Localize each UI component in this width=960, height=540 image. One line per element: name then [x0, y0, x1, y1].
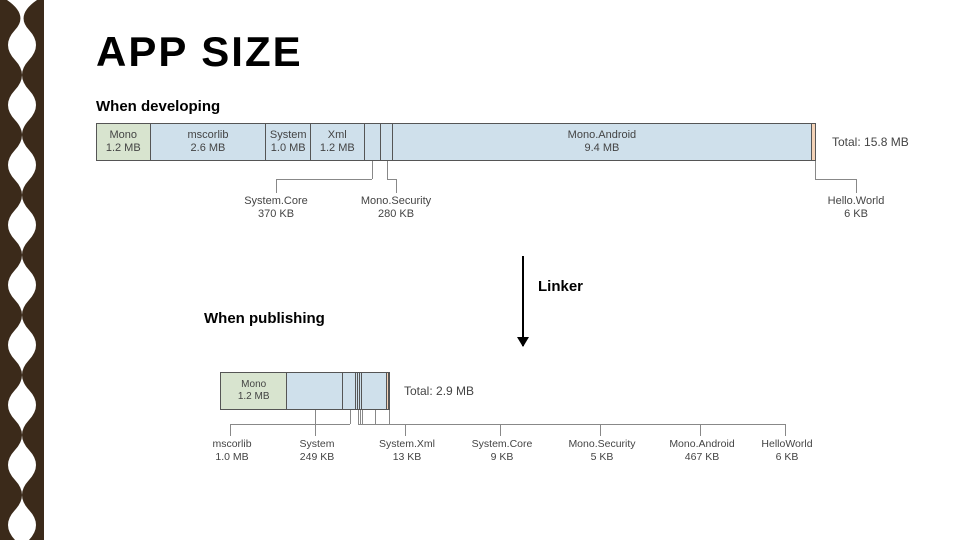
sidebar-wave	[7, 0, 37, 540]
slide-sidebar	[0, 0, 44, 540]
callout-hello-world: Hello.World6 KB	[816, 195, 896, 221]
segment2-helloworld	[387, 373, 389, 409]
segment-xml: Xml1.2 MB	[311, 124, 365, 160]
bar-developing: Mono1.2 MBmscorlib2.6 MBSystem1.0 MBXml1…	[96, 123, 816, 161]
segment-mscorlib: mscorlib2.6 MB	[151, 124, 267, 160]
diagram-developing: Mono1.2 MBmscorlib2.6 MBSystem1.0 MBXml1…	[96, 123, 926, 243]
page-title: APP SIZE	[96, 28, 940, 76]
segment-mono: Mono1.2 MB	[97, 124, 151, 160]
callout-mono-security: Mono.Security280 KB	[356, 195, 436, 221]
total-developing: Total: 15.8 MB	[832, 135, 909, 149]
callout2-system-xml: System.Xml13 KB	[367, 438, 447, 463]
segment-hello-world	[812, 124, 815, 160]
callout2-helloworld: HelloWorld6 KB	[747, 438, 827, 463]
label-publishing: When publishing	[204, 310, 325, 327]
segment-system: System1.0 MB	[266, 124, 311, 160]
callout2-system: System249 KB	[277, 438, 357, 463]
callout2-mono-android: Mono.Android467 KB	[662, 438, 742, 463]
label-developing: When developing	[96, 98, 940, 115]
linker-arrow-icon	[522, 256, 524, 346]
segment2-mono-android	[362, 373, 387, 409]
callout2-system-core: System.Core9 KB	[462, 438, 542, 463]
diagram-publishing: Mono1.2 MB Total: 2.9 MB mscorlib1.0 MBS…	[220, 372, 880, 410]
total-publishing: Total: 2.9 MB	[404, 384, 474, 398]
segment2-mscorlib	[287, 373, 342, 409]
segment2-mono: Mono1.2 MB	[221, 373, 287, 409]
bar-publishing: Mono1.2 MB	[220, 372, 390, 410]
segment-mono-security	[381, 124, 393, 160]
segment-system-core	[365, 124, 381, 160]
callout2-mono-security: Mono.Security5 KB	[562, 438, 642, 463]
segment-mono-android: Mono.Android9.4 MB	[393, 124, 812, 160]
segment2-system	[343, 373, 356, 409]
callout2-mscorlib: mscorlib1.0 MB	[192, 438, 272, 463]
label-linker: Linker	[538, 278, 583, 295]
callout-system-core: System.Core370 KB	[236, 195, 316, 221]
